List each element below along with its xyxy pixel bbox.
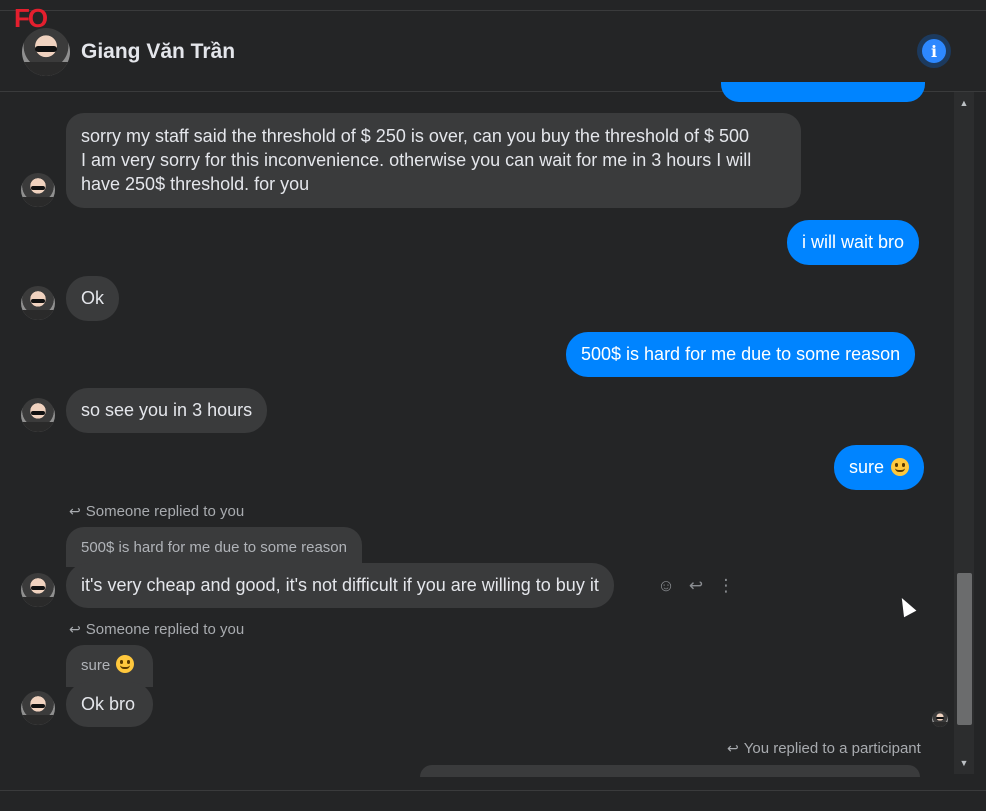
message-hover-actions: ☺ ↩ ⋮ [656, 574, 736, 598]
avatar-glasses [30, 185, 46, 190]
message-bubble[interactable]: so see you in 3 hours [66, 388, 268, 433]
reply-label-text: Someone replied to you [85, 621, 245, 638]
quoted-text: 500$ is hard for me due to some reason [81, 539, 347, 556]
corner-badge: FO [14, 3, 48, 33]
avatar-glasses [30, 410, 46, 415]
message-text: Ok bro [81, 694, 136, 714]
seen-receipt-avatar [932, 711, 948, 727]
reply-arrow-icon: ↩ [69, 503, 81, 519]
message-bubble[interactable]: sure [834, 445, 925, 490]
composer-area-partial [0, 790, 986, 811]
avatar-shirt [21, 421, 55, 432]
avatar-shirt [932, 722, 948, 727]
avatar-shirt [21, 309, 55, 320]
quoted-message[interactable]: sure [66, 645, 153, 687]
more-options-icon[interactable]: ⋮ [716, 576, 736, 596]
message-text: i will wait bro [802, 232, 905, 252]
message-text: sure [849, 457, 885, 477]
quoted-text: sure [81, 657, 111, 674]
avatar-glasses [35, 46, 57, 52]
avatar-glasses [30, 703, 46, 708]
message-text: 500$ is hard for me due to some reason [581, 344, 901, 364]
message-line: have 250$ threshold. for you [81, 174, 310, 194]
slightly-smiling-face-icon [116, 655, 135, 673]
message-bubble[interactable]: 500$ is hard for me due to some reason [566, 332, 916, 377]
message-bubble[interactable]: i will wait bro [787, 220, 920, 265]
message-line: sorry my staff said the threshold of $ 2… [81, 126, 750, 146]
reply-indicator: ↩ Someone replied to you [69, 503, 244, 520]
sender-avatar[interactable] [21, 286, 55, 320]
reply-arrow-icon: ↩ [727, 740, 739, 756]
scrollbar-thumb[interactable] [957, 573, 972, 725]
scroll-up-arrow-icon[interactable]: ▲ [954, 96, 974, 110]
slightly-smiling-face-icon [891, 458, 910, 476]
sender-avatar[interactable] [21, 398, 55, 432]
reply-label-text: You replied to a participant [743, 740, 921, 757]
message-bubble[interactable]: sorry my staff said the threshold of $ 2… [66, 113, 801, 208]
message-bubble-partial[interactable] [721, 82, 925, 102]
info-icon: i [922, 39, 946, 63]
message-bubble[interactable]: it's very cheap and good, it's not diffi… [66, 563, 614, 608]
message-text: Ok [81, 288, 105, 308]
contact-name[interactable]: Giang Văn Trần [81, 40, 235, 64]
avatar-shirt [22, 61, 70, 76]
avatar-glasses [30, 298, 46, 303]
message-bubble[interactable]: Ok [66, 276, 120, 321]
contact-avatar[interactable] [22, 28, 70, 76]
sender-avatar[interactable] [21, 691, 55, 725]
sender-avatar[interactable] [21, 173, 55, 207]
scroll-down-arrow-icon[interactable]: ▼ [954, 756, 974, 770]
avatar-shirt [21, 596, 55, 607]
message-text: so see you in 3 hours [81, 400, 253, 420]
message-bubble-partial[interactable] [420, 765, 920, 777]
reply-indicator: ↩ You replied to a participant [727, 740, 921, 757]
reply-icon[interactable]: ↩ [686, 576, 706, 596]
avatar-glasses [30, 585, 46, 590]
reply-label-text: Someone replied to you [85, 503, 245, 520]
mouse-cursor-icon [895, 594, 917, 618]
avatar-glasses [936, 717, 944, 719]
message-bubble[interactable]: Ok bro [66, 682, 153, 727]
reply-indicator: ↩ Someone replied to you [69, 621, 244, 638]
emoji-reaction-icon[interactable]: ☺ [656, 576, 676, 596]
quoted-message[interactable]: 500$ is hard for me due to some reason [66, 527, 362, 567]
message-line: I am very sorry for this inconvenience. … [81, 150, 752, 170]
reply-arrow-icon: ↩ [69, 621, 81, 637]
message-text: it's very cheap and good, it's not diffi… [81, 575, 599, 595]
sender-avatar[interactable] [21, 573, 55, 607]
avatar-shirt [21, 196, 55, 207]
avatar-shirt [21, 714, 55, 725]
conversation-info-button[interactable]: i [917, 34, 951, 68]
conversation-header: FO Giang Văn Trần i [0, 5, 986, 92]
